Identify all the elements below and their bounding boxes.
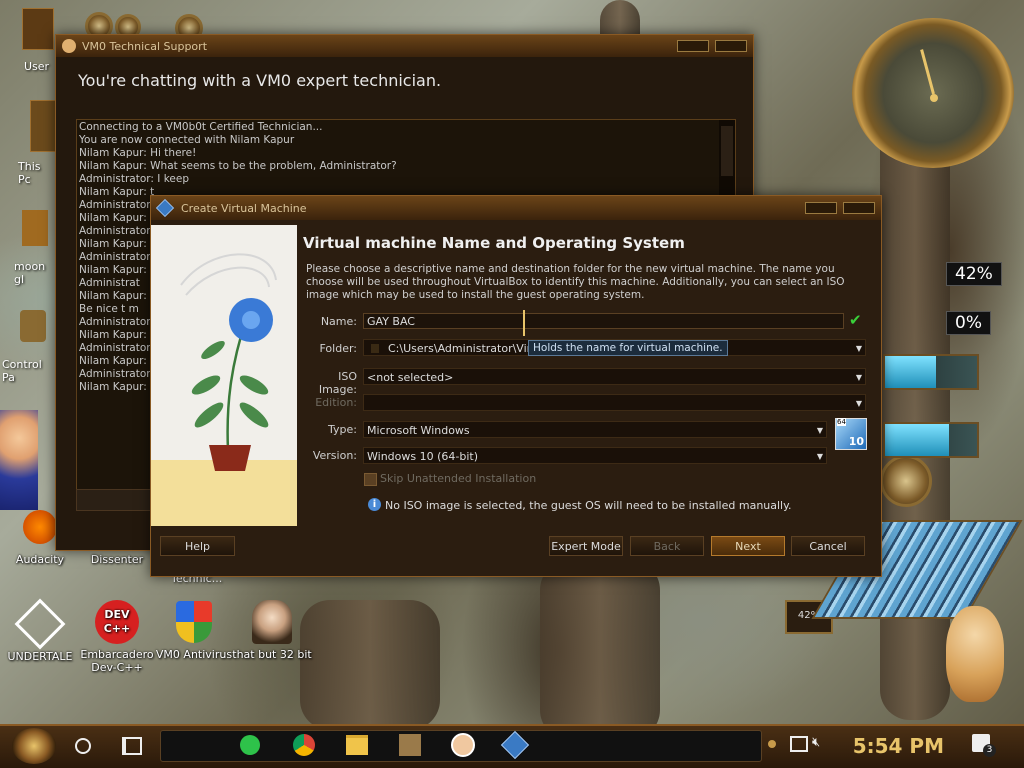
volume-muted-icon[interactable]: 🔇︎: [812, 735, 820, 750]
skip-unattended-checkbox[interactable]: [364, 473, 377, 486]
box-icon: [22, 210, 48, 246]
control-panel-icon: [20, 310, 46, 342]
desktop-icon-devcpp[interactable]: DEV C++ Embarcadero Dev-C++: [77, 600, 157, 674]
chat-window-title: VM0 Technical Support: [82, 39, 208, 53]
virtualbox-icon: [155, 198, 175, 218]
taskbar-app-chrome[interactable]: [289, 730, 319, 760]
folder-icon: [346, 735, 368, 755]
chat-log-line: Nilam Kapur: Hi there!: [79, 147, 197, 159]
skip-unattended-label: Skip Unattended Installation: [380, 472, 537, 485]
info-icon: i: [368, 498, 381, 511]
chevron-down-icon: ▼: [855, 373, 862, 382]
help-title-button[interactable]: [805, 202, 837, 214]
folder-icon: [371, 344, 379, 353]
support-agent-icon: [62, 39, 76, 53]
taskbar-app-support[interactable]: [448, 730, 478, 760]
unity-icon: [14, 598, 66, 650]
type-label: Type:: [328, 423, 357, 436]
version-label: Version:: [312, 449, 357, 462]
create-vm-dialog: Create Virtual Machine Virtual machine N…: [150, 195, 882, 577]
chrome-icon: [293, 734, 315, 756]
desktop-icon-control-panel[interactable]: Control Pa: [0, 310, 55, 384]
type-select[interactable]: Microsoft Windows ▼: [363, 421, 827, 438]
folder-label: Folder:: [319, 342, 357, 355]
taskbar: 🔇︎ 5:54 PM 3: [0, 724, 1024, 768]
memory-gauge: 0%: [946, 311, 991, 335]
iso-select[interactable]: <not selected> ▼: [363, 368, 866, 385]
show-hidden-icons-button[interactable]: [768, 740, 776, 748]
dialog-title: Create Virtual Machine: [181, 201, 307, 215]
vbox-titlebar[interactable]: Create Virtual Machine: [151, 196, 881, 220]
meter-bar: [883, 354, 979, 390]
chat-heading: You're chatting with a VM0 expert techni…: [78, 71, 442, 90]
chat-log-line: You are now connected with Nilam Kapur: [79, 134, 295, 146]
page-description: Please choose a descriptive name and des…: [306, 263, 845, 301]
taskbar-app-chat[interactable]: [235, 730, 265, 760]
clock-widget: [852, 18, 1014, 168]
chevron-down-icon: ▼: [855, 399, 862, 408]
back-button[interactable]: Back: [630, 536, 704, 556]
desktop-icon-that-but-32-bit[interactable]: that but 32 bit: [232, 600, 312, 661]
hamster-image: [946, 606, 1004, 702]
chevron-down-icon: ▼: [816, 452, 823, 461]
edition-label: Edition:: [315, 396, 357, 409]
desktop-icon-moon[interactable]: moon gl: [0, 210, 55, 286]
devcpp-icon: DEV C++: [95, 600, 139, 644]
start-button[interactable]: [12, 728, 56, 764]
notification-center-button[interactable]: 3: [972, 734, 996, 757]
support-agent-icon: [451, 733, 475, 757]
minimize-button[interactable]: [677, 40, 709, 52]
chevron-down-icon: ▼: [855, 344, 862, 353]
help-button[interactable]: Help: [160, 536, 235, 556]
taskbar-app-explorer[interactable]: [342, 730, 372, 760]
portrait-icon: [250, 600, 294, 644]
chat-log-line: Connecting to a VM0b0t Certified Technic…: [79, 121, 323, 133]
clock-hand-icon: [920, 49, 935, 95]
wizard-illustration: [151, 225, 297, 526]
taskbar-app-virtualbox[interactable]: [500, 730, 530, 760]
page-title: Virtual machine Name and Operating Syste…: [303, 234, 685, 252]
cancel-button[interactable]: Cancel: [791, 536, 865, 556]
task-view-icon[interactable]: [122, 737, 142, 755]
name-tooltip: Holds the name for virtual machine.: [528, 340, 728, 356]
windows-10-os-icon: 64 10: [835, 418, 867, 450]
next-button[interactable]: Next: [711, 536, 785, 556]
text-cursor-icon: [523, 310, 525, 336]
meter-bar: [883, 422, 979, 458]
desktop-icon-undertale[interactable]: UNDERTALE: [0, 598, 80, 663]
taskbar-clock[interactable]: 5:54 PM: [853, 734, 944, 758]
game-icon: [399, 734, 421, 756]
name-label: Name:: [320, 315, 357, 328]
folder-icon: [22, 8, 54, 50]
chat-titlebar[interactable]: VM0 Technical Support: [56, 35, 753, 57]
search-circle-icon[interactable]: [75, 738, 91, 754]
computer-icon: [30, 100, 56, 152]
iso-label: ISO Image:: [318, 370, 357, 396]
chat-log-line: Nilam Kapur: What seems to be the proble…: [79, 160, 397, 172]
chevron-down-icon: ▼: [816, 426, 823, 435]
virtualbox-icon: [500, 730, 530, 760]
desktop-icon-this-pc[interactable]: This Pc: [0, 100, 56, 186]
close-button[interactable]: [715, 40, 747, 52]
desktop-icon-user[interactable]: User: [18, 8, 58, 78]
cpu-gauge: 42%: [946, 262, 1002, 286]
checkmark-icon: ✔: [849, 311, 862, 329]
shield-icon: [172, 600, 216, 644]
expert-mode-button[interactable]: Expert Mode: [549, 536, 623, 556]
taskbar-app-game[interactable]: [395, 730, 425, 760]
close-button[interactable]: [843, 202, 875, 214]
network-icon[interactable]: [790, 736, 808, 752]
chat-log-line: Administrator: I keep: [79, 173, 189, 185]
desktop-icon-vm0-antivirus[interactable]: VM0 Antivirus: [154, 600, 234, 661]
edition-select: ▼: [363, 394, 866, 411]
version-select[interactable]: Windows 10 (64-bit) ▼: [363, 447, 827, 464]
chat-app-icon: [240, 735, 260, 755]
name-input[interactable]: GAY BAC: [363, 313, 844, 329]
cartoon-man-image: [0, 410, 38, 510]
info-message: No ISO image is selected, the guest OS w…: [385, 499, 792, 512]
